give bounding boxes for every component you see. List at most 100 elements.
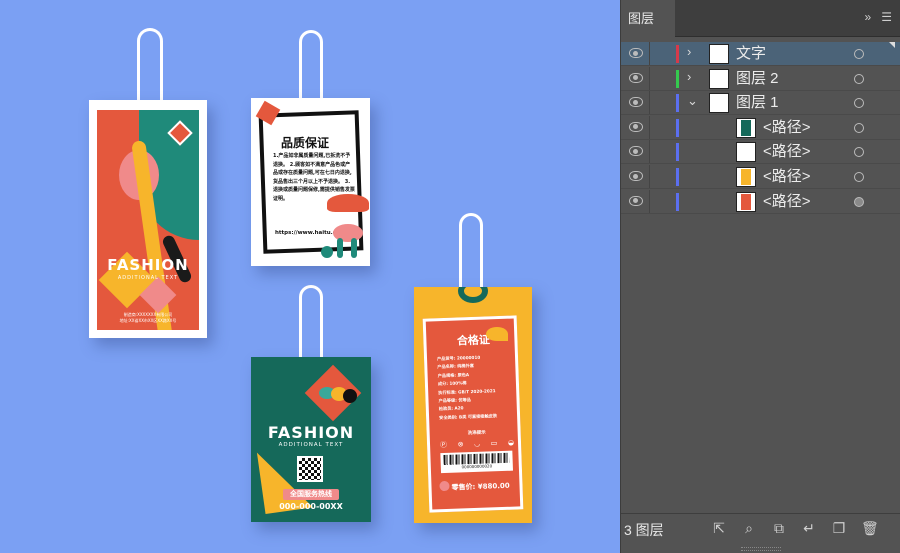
target-circle-icon[interactable] [854,147,864,158]
column-divider [649,140,650,165]
dryclean-icon: Ⓟ [439,440,448,450]
thumbnail-swatch [741,119,751,136]
layer-color-strip [676,94,679,113]
teal-leg [351,238,357,258]
layer-row[interactable]: <路径> [621,189,900,214]
collapse-panel-icon[interactable]: » [865,10,872,24]
tag-title: FASHION [267,423,355,442]
layer-thumbnail [736,142,756,163]
target-circle-icon[interactable] [854,196,864,207]
barcode-number: 000000000020 [461,463,493,470]
panel-controls: » ☰ [865,10,892,24]
tag-subtitle: ADDITIONAL TEXT [278,442,344,448]
wash-icon: ◡ [473,439,481,448]
black-dot [343,389,357,403]
layer-row[interactable]: <路径> [621,165,900,189]
target-circle-icon[interactable] [854,73,864,84]
column-divider [649,115,650,140]
tag-subtitle: ADDITIONAL TEXT [117,275,179,281]
trash-icon[interactable]: 🗑 [861,520,879,536]
visibility-eye-icon[interactable] [629,48,643,58]
selection-corner-icon [889,42,895,48]
layer-name[interactable]: 文字 [736,44,766,64]
chevron-right-icon[interactable]: › [687,69,691,84]
service-hotline-label: 全国服务热线 [283,489,339,500]
layer-name[interactable]: <路径> [763,118,811,138]
teal-leg [337,238,343,258]
target-circle-icon[interactable] [854,98,864,109]
hang-string [299,285,323,361]
visibility-eye-icon[interactable] [629,171,643,181]
layer-thumbnail [709,44,729,64]
layer-row[interactable]: <路径> [621,140,900,165]
hang-string [137,28,163,108]
qr-code-icon [297,456,323,482]
visibility-eye-icon[interactable] [629,146,643,157]
layer-name[interactable]: <路径> [763,142,811,162]
no-bleach-icon: ⊗ [457,440,464,449]
quality-guarantee-tag[interactable]: 品质保证 1.产品如非属质量问题,已拆洗不予退换。 2.顾客如不满意产品色或产品… [251,98,370,266]
new-sublayer-icon[interactable]: ↵ [801,520,817,536]
info-line: 安全类别: B类 可直接接触皮肤 [439,413,498,421]
layer-name[interactable]: <路径> [763,167,811,187]
target-circle-icon[interactable] [854,172,864,182]
chevron-down-icon[interactable]: ⌄ [687,93,698,109]
clipping-mask-icon[interactable]: ⧉ [771,520,787,536]
certificate-tag[interactable]: 合格证 产品货号: 20000010 产品名称: 纯棉外套 产品规格: 原色A … [414,287,532,523]
layer-thumbnail [736,117,756,138]
hang-string [459,213,483,295]
target-circle-icon[interactable] [854,122,864,133]
panel-menu-icon[interactable]: ☰ [881,10,892,24]
certificate-card: 合格证 产品货号: 20000010 产品名称: 纯棉外套 产品规格: 原色A … [422,315,524,513]
barcode: 000000000020 [440,450,514,474]
visibility-eye-icon[interactable] [629,121,643,132]
layer-thumbnail [709,93,729,114]
thumbnail-swatch [741,193,751,210]
layer-row[interactable]: › 文字 [621,42,900,66]
layer-color-strip [676,118,679,137]
layer-name[interactable]: <路径> [763,192,811,212]
layer-row[interactable]: › 图层 2 [621,66,900,91]
column-divider [649,165,650,189]
fine-line: 地址:XX省XX市XX区XX路XX号 [119,318,177,323]
layer-thumbnail [709,68,729,89]
layers-panel: 图层 » ☰ › 文字 › 图层 2 ⌄ 图层 1 <路径> <路径> <路径> <路径> 3 图… [620,0,900,553]
iron-icon: ◒ [507,438,515,447]
layer-color-strip [676,143,679,162]
fashion-tag-teal[interactable]: FASHION ADDITIONAL TEXT 全国服务热线 000-000-0… [251,357,371,522]
export-icon[interactable]: ⇱ [711,520,727,536]
layer-color-strip [676,69,679,88]
tab-layers[interactable]: 图层 [621,0,675,37]
wash-icons: Ⓟ ⊗ ◡ ▭ ◒ [440,439,514,450]
layer-color-strip [676,45,679,63]
layer-row[interactable]: <路径> [621,115,900,140]
layer-count: 3 图层 [624,522,664,538]
chevron-right-icon[interactable]: › [687,44,691,59]
artboard-canvas[interactable]: FASHION ADDITIONAL TEXT 制造商:XXXXXXX有限公司 … [0,0,620,553]
dry-icon: ▭ [490,439,498,448]
hang-string [299,30,323,102]
phone-number: 000-000-00XX [279,502,343,511]
target-circle-icon[interactable] [854,49,864,59]
visibility-eye-icon[interactable] [629,72,643,83]
new-layer-icon[interactable]: ❐ [831,520,847,536]
panel-tab-bar: 图层 » ☰ [621,0,900,37]
column-divider [649,189,650,214]
tag-title: FASHION [107,256,189,274]
product-info: 产品货号: 20000010 产品名称: 纯棉外套 产品规格: 原色A 成分: … [437,352,519,422]
locate-object-icon[interactable]: ⌕ [741,520,757,536]
layer-name[interactable]: 图层 2 [736,69,779,89]
column-divider [649,91,650,116]
wash-heading: 洗涤提示 [467,430,486,437]
thumbnail-swatch [741,169,751,185]
red-mushroom-shape [327,194,369,212]
layer-color-strip [676,192,679,211]
visibility-eye-icon[interactable] [629,97,643,108]
tag-fine-print: 制造商:XXXXXXX有限公司 地址:XX省XX市XX区XX路XX号 [97,312,199,324]
layer-name[interactable]: 图层 1 [736,93,779,113]
layer-row[interactable]: ⌄ 图层 1 [621,91,900,116]
fashion-tag-vertical[interactable]: FASHION ADDITIONAL TEXT 制造商:XXXXXXX有限公司 … [89,100,207,338]
teal-ring [458,287,488,303]
visibility-eye-icon[interactable] [629,195,643,206]
resize-grip[interactable] [741,547,781,551]
